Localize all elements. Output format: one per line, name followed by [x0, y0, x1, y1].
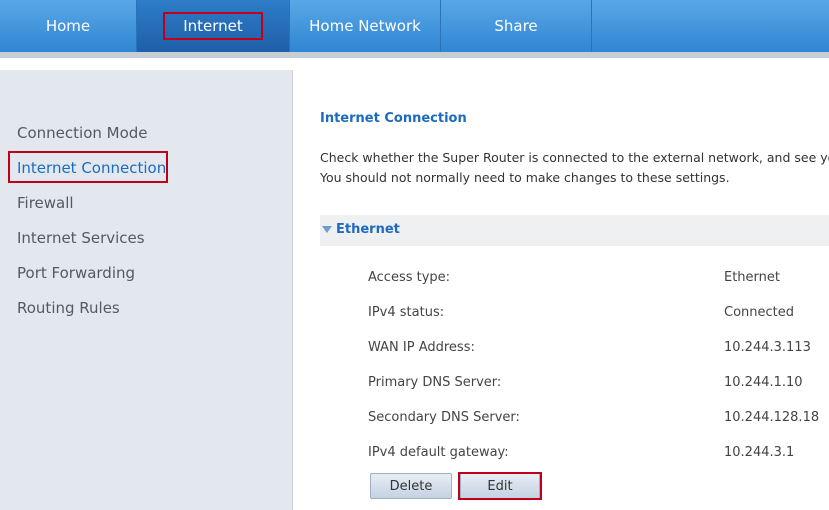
sidebar-item-port-forwarding[interactable]: Port Forwarding	[17, 264, 135, 282]
tab-home-network-label: Home Network	[309, 17, 421, 35]
info-label: Access type:	[368, 270, 451, 285]
tab-home[interactable]: Home	[0, 0, 137, 52]
tab-home-network[interactable]: Home Network	[290, 0, 441, 52]
tab-home-label: Home	[45, 17, 91, 35]
info-row-wan-ip: WAN IP Address: 10.244.3.113	[368, 340, 828, 360]
ethernet-section-label: Ethernet	[336, 222, 400, 237]
sidebar-item-internet-services[interactable]: Internet Services	[17, 229, 145, 247]
info-label: Primary DNS Server:	[368, 375, 502, 390]
info-value: 10.244.1.10	[724, 375, 803, 390]
info-row-secondary-dns: Secondary DNS Server: 10.244.128.18	[368, 410, 828, 430]
ethernet-section-header[interactable]: Ethernet	[320, 215, 829, 246]
info-label: Secondary DNS Server:	[368, 410, 520, 425]
info-label: IPv4 status:	[368, 305, 445, 320]
edit-highlight-box	[458, 472, 542, 500]
tab-share[interactable]: Share	[441, 0, 592, 52]
sidebar-item-routing-rules[interactable]: Routing Rules	[17, 299, 120, 317]
delete-button[interactable]: Delete	[370, 473, 452, 499]
info-value: 10.244.128.18	[724, 410, 820, 425]
sidebar-item-connection-mode[interactable]: Connection Mode	[17, 124, 148, 142]
main-panel: Internet Connection Check whether the Su…	[292, 70, 829, 510]
description-line-1: Check whether the Super Router is connec…	[320, 150, 829, 165]
tab-internet-label: Internet	[163, 12, 263, 40]
info-row-ipv4-status: IPv4 status: Connected	[368, 305, 828, 325]
sidebar-item-internet-connection[interactable]: Internet Connection	[17, 159, 166, 177]
info-value: 10.244.3.113	[724, 340, 811, 355]
info-row-access-type: Access type: Ethernet	[368, 270, 828, 290]
description-line-2: You should not normally need to make cha…	[320, 170, 730, 185]
tab-share-label: Share	[494, 17, 538, 35]
info-value: Connected	[724, 305, 795, 320]
tab-internet[interactable]: Internet	[137, 0, 290, 52]
info-row-default-gateway: IPv4 default gateway: 10.244.3.1	[368, 445, 828, 465]
sidebar-item-firewall[interactable]: Firewall	[17, 194, 74, 212]
page-title: Internet Connection	[320, 111, 467, 126]
info-label: WAN IP Address:	[368, 340, 475, 355]
info-value: Ethernet	[724, 270, 780, 285]
page-description: Check whether the Super Router is connec…	[320, 148, 829, 188]
sidebar: Connection Mode Internet Connection Fire…	[0, 70, 292, 510]
info-value: 10.244.3.1	[724, 445, 795, 460]
info-row-primary-dns: Primary DNS Server: 10.244.1.10	[368, 375, 828, 395]
info-label: IPv4 default gateway:	[368, 445, 509, 460]
top-navigation: Home Internet Home Network Share	[0, 0, 829, 52]
nav-spacer	[0, 58, 829, 70]
collapse-arrow-icon	[322, 226, 332, 233]
